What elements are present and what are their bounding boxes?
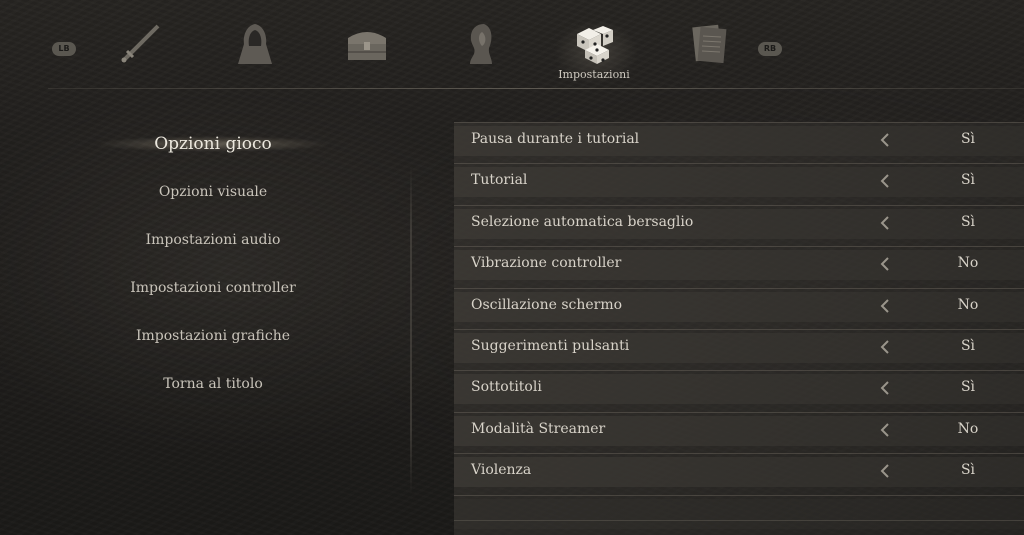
tab-companion[interactable] xyxy=(456,16,506,70)
setting-row-empty xyxy=(454,494,1024,535)
panel-divider xyxy=(410,165,412,495)
setting-row[interactable]: Tutorial Sì xyxy=(454,163,1024,205)
settings-list: Pausa durante i tutorial Sì Tutorial Sì … xyxy=(454,122,1024,535)
tab-inventory[interactable] xyxy=(342,16,392,70)
setting-row[interactable]: Sottotitoli Sì xyxy=(454,370,1024,412)
chevron-left-icon[interactable] xyxy=(879,423,891,437)
sword-icon xyxy=(121,24,160,63)
setting-row[interactable]: Modalità Streamer No xyxy=(454,411,1024,454)
menu-item-controller-settings[interactable]: Impostazioni controller xyxy=(95,266,331,314)
documents-icon xyxy=(692,24,727,64)
menu-item-game-options[interactable]: Opzioni gioco xyxy=(95,122,331,170)
menu-item-audio-settings[interactable]: Impostazioni audio xyxy=(95,218,331,266)
portrait-icon xyxy=(470,24,492,64)
hooded-figure-icon xyxy=(238,24,272,64)
setting-row[interactable]: Oscillazione schermo No xyxy=(454,287,1024,329)
tab-character[interactable] xyxy=(230,16,280,70)
setting-value: Sì xyxy=(960,131,976,147)
setting-value: No xyxy=(957,420,979,437)
chevron-left-icon[interactable] xyxy=(879,133,891,147)
setting-label: Oscillazione schermo xyxy=(471,296,623,313)
list-bottom-divider xyxy=(454,520,1024,521)
setting-row[interactable]: Pausa durante i tutorial Sì xyxy=(454,122,1024,164)
active-tab-label: Impostazioni xyxy=(558,68,630,81)
menu-item-return-to-title[interactable]: Torna al titolo xyxy=(95,362,331,410)
setting-label: Suggerimenti pulsanti xyxy=(471,337,630,354)
chevron-left-icon[interactable] xyxy=(879,340,891,354)
setting-label: Violenza xyxy=(471,462,532,479)
right-bumper-button[interactable]: RB xyxy=(758,42,782,56)
chevron-left-icon[interactable] xyxy=(879,216,891,230)
chevron-left-icon[interactable] xyxy=(879,381,891,396)
left-bumper-button[interactable]: LB xyxy=(52,42,76,56)
menu-item-camera-options[interactable]: Opzioni visuale xyxy=(95,170,331,218)
header-divider xyxy=(48,88,1024,89)
chevron-left-icon[interactable] xyxy=(879,174,891,189)
setting-row[interactable]: Vibrazione controller No xyxy=(454,246,1024,288)
settings-category-menu: Opzioni gioco Opzioni visuale Impostazio… xyxy=(95,122,331,410)
setting-value: Sì xyxy=(960,337,976,354)
setting-value: No xyxy=(957,296,979,313)
setting-row[interactable]: Selezione automatica bersaglio Sì xyxy=(454,204,1024,247)
top-tab-bar: LB Impostazioni RB xyxy=(0,0,1024,90)
setting-label: Sottotitoli xyxy=(471,379,542,396)
setting-value: No xyxy=(957,255,979,272)
setting-label: Tutorial xyxy=(471,172,528,189)
setting-label: Vibrazione controller xyxy=(471,255,622,272)
setting-label: Modalità Streamer xyxy=(471,420,606,437)
setting-row[interactable]: Suggerimenti pulsanti Sì xyxy=(454,328,1024,371)
dice-icon xyxy=(577,26,613,64)
tab-settings[interactable] xyxy=(569,16,619,70)
chevron-left-icon[interactable] xyxy=(879,464,891,478)
chest-icon xyxy=(348,32,386,60)
setting-label: Selezione automatica bersaglio xyxy=(471,213,694,230)
tab-equipment[interactable] xyxy=(116,16,166,70)
setting-value: Sì xyxy=(960,379,976,396)
setting-row[interactable]: Violenza Sì xyxy=(454,453,1024,495)
tab-documents[interactable] xyxy=(684,16,734,70)
setting-value: Sì xyxy=(960,213,976,230)
setting-value: Sì xyxy=(960,172,976,189)
chevron-left-icon[interactable] xyxy=(879,298,891,313)
setting-value: Sì xyxy=(960,462,976,479)
menu-item-graphics-settings[interactable]: Impostazioni grafiche xyxy=(95,314,331,362)
chevron-left-icon[interactable] xyxy=(879,257,891,271)
setting-label: Pausa durante i tutorial xyxy=(471,131,640,147)
